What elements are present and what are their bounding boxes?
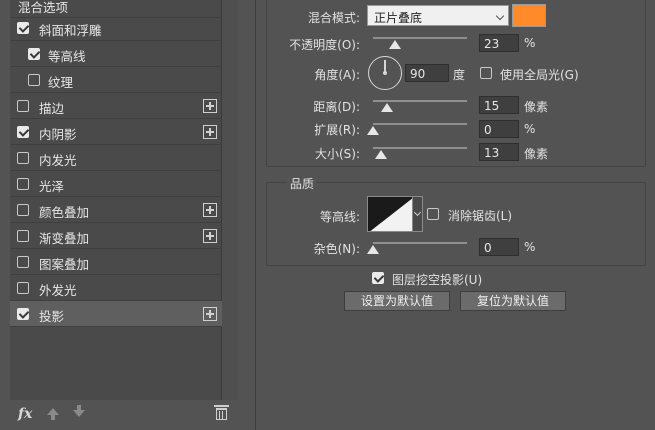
- angle-label: 角度(A):: [314, 68, 360, 82]
- global-light-checkbox[interactable]: [480, 67, 492, 79]
- effect-label: 外发光: [39, 283, 77, 298]
- effect-item-outer-glow[interactable]: 外发光: [10, 275, 222, 301]
- move-up-icon[interactable]: [47, 408, 59, 420]
- global-light-label: 使用全局光(G): [500, 68, 579, 82]
- color-overlay-checkbox[interactable]: [17, 204, 29, 216]
- effect-item-drop-shadow[interactable]: 投影: [10, 301, 222, 327]
- angle-unit: 度: [453, 68, 466, 82]
- spread-label: 扩展(R):: [314, 123, 360, 137]
- effect-item-bevel-emboss[interactable]: 斜面和浮雕: [10, 15, 222, 41]
- effect-label: 渐变叠加: [39, 231, 90, 246]
- effect-item-inner-glow[interactable]: 内发光: [10, 145, 222, 171]
- effect-label: 投影: [39, 309, 65, 324]
- spread-slider-thumb[interactable]: [367, 126, 379, 135]
- bevel-emboss-checkbox[interactable]: [17, 22, 29, 34]
- effect-label: 内阴影: [39, 127, 77, 142]
- distance-slider-thumb[interactable]: [381, 103, 393, 112]
- effect-item-texture[interactable]: 纹理: [10, 67, 222, 93]
- blend-mode-value: 正片叠底: [374, 11, 423, 25]
- spread-slider-track[interactable]: [373, 123, 467, 125]
- angle-dial[interactable]: [368, 56, 402, 90]
- distance-label: 距离(D):: [313, 100, 360, 114]
- opacity-label: 不透明度(O):: [289, 38, 360, 52]
- opacity-input[interactable]: 23: [479, 34, 519, 52]
- pattern-overlay-checkbox[interactable]: [17, 256, 29, 268]
- size-slider-track[interactable]: [373, 147, 467, 149]
- blend-mode-select[interactable]: 正片叠底: [367, 5, 509, 26]
- inner-shadow-checkbox[interactable]: [17, 126, 29, 138]
- contour-preview[interactable]: [367, 196, 413, 232]
- noise-unit: %: [524, 240, 536, 254]
- effect-item-stroke[interactable]: 描边: [10, 93, 222, 119]
- knockout-label: 图层挖空投影(U): [392, 273, 483, 287]
- spread-unit: %: [524, 122, 536, 136]
- opacity-slider-track[interactable]: [373, 37, 467, 39]
- effect-item-satin[interactable]: 光泽: [10, 171, 222, 197]
- anti-alias-checkbox[interactable]: [427, 208, 439, 220]
- angle-input[interactable]: 90: [405, 64, 449, 82]
- noise-label: 杂色(N):: [313, 242, 360, 256]
- size-label: 大小(S):: [314, 147, 360, 161]
- opacity-slider-thumb[interactable]: [389, 40, 401, 49]
- make-default-button[interactable]: 设置为默认值: [344, 291, 450, 311]
- distance-input[interactable]: 15: [479, 96, 519, 114]
- effect-item-color-overlay[interactable]: 颜色叠加: [10, 197, 222, 223]
- reset-default-button[interactable]: 复位为默认值: [460, 291, 566, 311]
- effect-label: 内发光: [39, 153, 77, 168]
- angle-center-dot: [383, 71, 387, 75]
- contour-dropdown[interactable]: [413, 196, 423, 232]
- size-input[interactable]: 13: [479, 143, 519, 161]
- effect-label: 描边: [39, 101, 65, 116]
- effect-label: 纹理: [48, 75, 74, 90]
- inner-glow-checkbox[interactable]: [17, 152, 29, 164]
- effect-label: 颜色叠加: [39, 205, 90, 220]
- distance-slider-track[interactable]: [373, 100, 467, 102]
- add-color-overlay-icon[interactable]: [203, 203, 217, 217]
- contour-curve-icon: [370, 198, 412, 231]
- spread-input[interactable]: 0: [479, 120, 519, 138]
- trash-icon[interactable]: [214, 405, 229, 420]
- effects-toolbar: fx: [10, 402, 238, 430]
- satin-checkbox[interactable]: [17, 178, 29, 190]
- shadow-color-swatch[interactable]: [512, 4, 546, 27]
- size-slider-thumb[interactable]: [375, 150, 387, 159]
- effect-label: 光泽: [39, 179, 65, 194]
- outer-glow-checkbox[interactable]: [17, 282, 29, 294]
- size-unit: 像素: [524, 147, 549, 161]
- effect-label: 等高线: [48, 49, 86, 64]
- effect-item-contour[interactable]: 等高线: [10, 41, 222, 67]
- effect-label: 图案叠加: [39, 257, 90, 272]
- opacity-unit: %: [524, 36, 536, 50]
- effects-list: 混合选项 斜面和浮雕 等高线 纹理 描边 内阴影 内发光 光泽 颜色叠加 渐变叠…: [10, 0, 222, 400]
- anti-alias-label: 消除锯齿(L): [448, 209, 513, 223]
- effects-panel: 混合选项 斜面和浮雕 等高线 纹理 描边 内阴影 内发光 光泽 颜色叠加 渐变叠…: [0, 0, 256, 430]
- noise-input[interactable]: 0: [479, 238, 519, 256]
- add-gradient-overlay-icon[interactable]: [203, 229, 217, 243]
- move-down-icon[interactable]: [73, 405, 85, 417]
- knockout-checkbox[interactable]: [372, 272, 384, 284]
- contour-label: 等高线:: [319, 210, 360, 224]
- noise-slider-track[interactable]: [373, 242, 467, 244]
- gradient-overlay-checkbox[interactable]: [17, 230, 29, 242]
- list-scroll-gutter: [222, 0, 238, 400]
- blend-mode-label: 混合模式:: [307, 11, 360, 25]
- effect-item-inner-shadow[interactable]: 内阴影: [10, 119, 222, 145]
- effect-item-gradient-overlay[interactable]: 渐变叠加: [10, 223, 222, 249]
- add-inner-shadow-icon[interactable]: [203, 125, 217, 139]
- drop-shadow-checkbox[interactable]: [17, 308, 29, 320]
- chevron-down-icon: [495, 11, 505, 21]
- distance-unit: 像素: [524, 100, 549, 114]
- effect-label: 斜面和浮雕: [39, 23, 102, 38]
- stroke-checkbox[interactable]: [17, 100, 29, 112]
- quality-section-title: 品质: [287, 175, 318, 192]
- fx-icon[interactable]: fx: [18, 406, 32, 422]
- add-stroke-icon[interactable]: [203, 99, 217, 113]
- blending-options-label: 混合选项: [18, 0, 69, 15]
- contour-checkbox[interactable]: [28, 48, 40, 60]
- drop-shadow-settings: 混合模式: 正片叠底 不透明度(O): 23 % 角度(A): 90 度 使用全…: [256, 0, 655, 430]
- noise-slider-thumb[interactable]: [367, 245, 379, 254]
- texture-checkbox[interactable]: [28, 74, 40, 86]
- effect-item-pattern-overlay[interactable]: 图案叠加: [10, 249, 222, 275]
- add-drop-shadow-icon[interactable]: [203, 307, 217, 321]
